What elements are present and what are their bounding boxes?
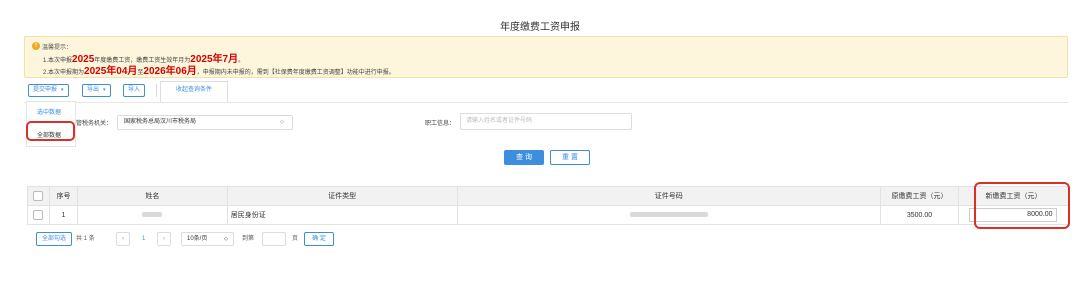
redacted-name bbox=[142, 212, 163, 218]
reset-button[interactable]: 重 置 bbox=[550, 150, 590, 165]
prev-page-button[interactable]: ‹ bbox=[116, 232, 130, 246]
tax-authority-label: 管税务机关： bbox=[76, 121, 113, 127]
page-title: 年度缴费工资申报 bbox=[500, 22, 580, 33]
goto-confirm-button[interactable]: 确 定 bbox=[304, 232, 334, 246]
checkbox[interactable] bbox=[33, 191, 44, 201]
row-checkbox-cell[interactable] bbox=[27, 205, 50, 225]
column-header-old-wage: 原缴费工资（元） bbox=[880, 186, 959, 206]
cell-old-wage: 3500.00 bbox=[880, 205, 959, 225]
total-count: 共 1 条 bbox=[76, 236, 95, 242]
employee-info-input[interactable]: 请输入姓名或者证件号码 bbox=[460, 113, 632, 130]
table-row: 1 居民身份证 3500.00 8000.00 bbox=[27, 205, 1070, 225]
column-header-index: 序号 bbox=[48, 186, 78, 206]
cell-id-number bbox=[456, 205, 882, 225]
select-all-button[interactable]: 全部勾选 bbox=[36, 232, 72, 246]
chevron-down-icon: ▾ bbox=[61, 87, 64, 93]
notice-panel: ! 温馨提示： 1.本次申报2025年度缴费工资，缴费工资生效年月为2025年7… bbox=[24, 36, 1068, 78]
query-button[interactable]: 查 询 bbox=[504, 150, 544, 165]
cell-index: 1 bbox=[48, 205, 78, 225]
info-icon: ! bbox=[32, 42, 40, 50]
import-button[interactable]: 导入 bbox=[123, 84, 146, 97]
notice-line-2: 2.本次申报期为2025年04月至2026年06月，申报期内未申报的，需到【社保… bbox=[43, 66, 395, 77]
chevron-down-icon: ◇ bbox=[280, 119, 284, 125]
chevron-down-icon: ◇ bbox=[224, 236, 228, 242]
page-unit-label: 页 bbox=[292, 236, 299, 242]
goto-page-input[interactable] bbox=[262, 232, 286, 246]
toolbar-divider bbox=[156, 84, 157, 97]
dropdown-option-selected-data[interactable]: 选中数据 bbox=[37, 107, 61, 116]
export-button[interactable]: 导出 ▾ bbox=[82, 84, 111, 97]
employee-info-label: 职工信息： bbox=[425, 121, 456, 127]
highlight-new-wage bbox=[974, 182, 1070, 229]
highlight-all-data bbox=[26, 121, 75, 141]
tax-authority-select[interactable]: 国家税务总局汉川市税务局 ◇ bbox=[117, 115, 293, 130]
checkbox[interactable] bbox=[33, 210, 44, 220]
current-page[interactable]: 1 bbox=[142, 232, 145, 246]
table-header-row: 序号 姓名 证件类型 证件号码 原缴费工资（元） 新缴费工资（元） bbox=[27, 186, 1070, 206]
cell-id-type: 居民身份证 bbox=[226, 205, 458, 225]
next-page-button[interactable]: › bbox=[157, 232, 171, 246]
tab-collapse-query[interactable]: 收起查询条件 bbox=[160, 81, 228, 103]
employee-wage-table: 序号 姓名 证件类型 证件号码 原缴费工资（元） 新缴费工资（元） 1 居民身份… bbox=[27, 186, 1070, 225]
redacted-id-number bbox=[629, 212, 708, 218]
chevron-down-icon: ▾ bbox=[103, 87, 106, 93]
submit-declaration-button[interactable]: 提交申报 ▾ bbox=[28, 84, 69, 97]
select-all-checkbox-cell[interactable] bbox=[27, 186, 50, 206]
column-header-id-type: 证件类型 bbox=[226, 186, 458, 206]
cell-name bbox=[76, 205, 228, 225]
column-header-id-number: 证件号码 bbox=[456, 186, 882, 206]
goto-label: 到第 bbox=[242, 236, 255, 242]
page-size-select[interactable]: 10条/页 ◇ bbox=[181, 232, 234, 246]
column-header-name: 姓名 bbox=[76, 186, 228, 206]
